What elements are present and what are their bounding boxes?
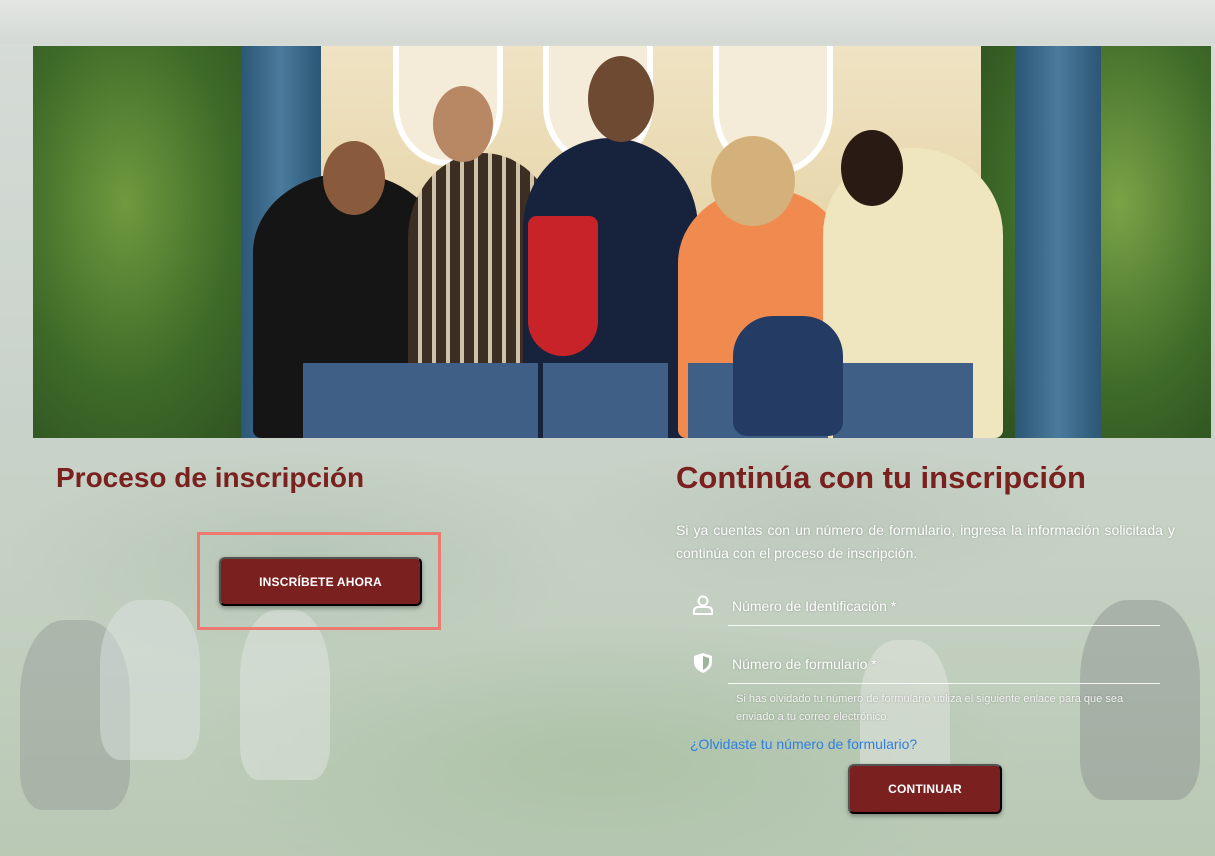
- top-bar: [0, 0, 1215, 44]
- id-number-placeholder: Número de Identificación *: [732, 598, 897, 614]
- student-head: [711, 136, 795, 226]
- blue-handbag: [733, 316, 843, 436]
- continue-button[interactable]: CONTINUAR: [848, 764, 1002, 814]
- student-jeans: [833, 363, 973, 438]
- shield-icon: [692, 652, 714, 674]
- forgot-help-text: Si has olvidado tu número de formulario …: [736, 693, 1124, 723]
- forgot-form-number-link[interactable]: ¿Olvidaste tu número de formulario?: [690, 736, 917, 752]
- student-head: [433, 86, 493, 162]
- student-jeans: [433, 363, 538, 438]
- student-jeans: [543, 363, 668, 438]
- blue-column: [1015, 46, 1101, 438]
- student-head: [588, 56, 654, 142]
- hero-photo: [33, 46, 1211, 438]
- palm-foliage: [33, 46, 263, 438]
- id-number-field[interactable]: Número de Identificación *: [690, 592, 1160, 626]
- input-underline: [728, 625, 1160, 626]
- section-title-registration: Proceso de inscripción: [56, 462, 365, 493]
- form-number-field[interactable]: Número de formulario *: [690, 650, 1160, 684]
- form-number-placeholder: Número de formulario *: [732, 656, 877, 672]
- input-underline: [728, 683, 1160, 684]
- inscribe-now-button[interactable]: INSCRÍBETE AHORA: [219, 557, 422, 606]
- section-title-continue: Continúa con tu inscripción: [676, 460, 1086, 495]
- user-icon: [692, 594, 714, 616]
- student-head: [323, 141, 385, 215]
- intro-text: Si ya cuentas con un número de formulari…: [676, 522, 1175, 561]
- student-head: [841, 130, 903, 206]
- red-backpack: [528, 216, 598, 356]
- student-jeans: [303, 363, 433, 438]
